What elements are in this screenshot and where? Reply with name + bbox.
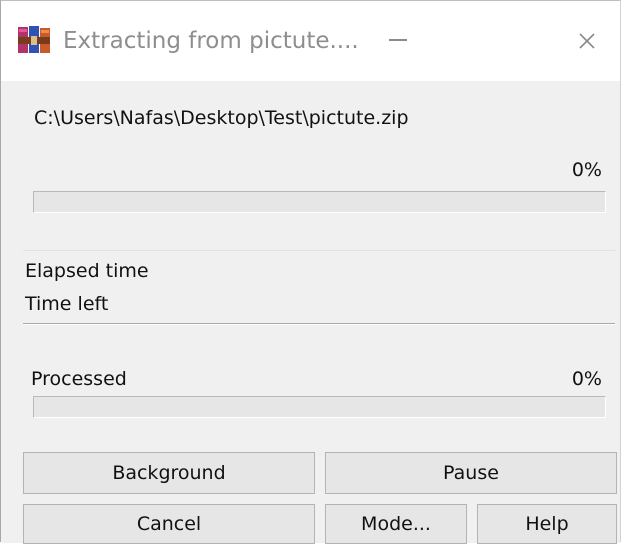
processed-percent: 0% — [571, 368, 602, 390]
close-button[interactable] — [567, 21, 607, 61]
mode-button[interactable]: Mode... — [325, 504, 467, 544]
minimize-button[interactable] — [377, 17, 423, 63]
file-progress-bar — [33, 191, 606, 213]
winrar-icon — [17, 25, 51, 55]
processed-progress-bar — [33, 396, 606, 418]
window-title: Extracting from pictute.... — [63, 28, 359, 54]
help-button[interactable]: Help — [477, 504, 617, 544]
dialog-body: C:\Users\Nafas\Desktop\Test\pictute.zip … — [1, 81, 620, 544]
file-percent: 0% — [571, 159, 602, 181]
close-icon — [579, 33, 595, 49]
time-left-label: Time left — [25, 293, 109, 315]
processed-label: Processed — [31, 368, 127, 390]
divider — [23, 250, 615, 251]
divider-highlight — [23, 324, 615, 325]
pause-button[interactable]: Pause — [325, 452, 617, 494]
extraction-dialog: Extracting from pictute.... C:\Users\Naf… — [0, 0, 621, 544]
title-bar[interactable]: Extracting from pictute.... — [1, 1, 620, 81]
elapsed-time-label: Elapsed time — [25, 260, 149, 282]
background-button[interactable]: Background — [23, 452, 315, 494]
cancel-button[interactable]: Cancel — [23, 504, 315, 544]
archive-path: C:\Users\Nafas\Desktop\Test\pictute.zip — [34, 107, 409, 129]
